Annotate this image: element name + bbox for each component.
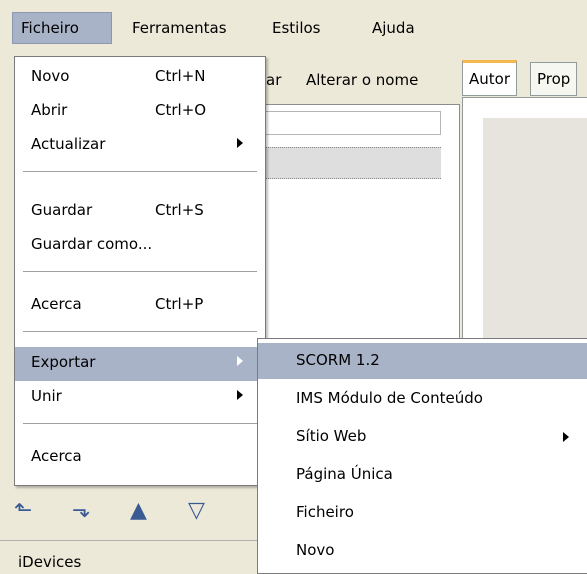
menu-item-guardar-como[interactable]: Guardar como... xyxy=(15,229,265,263)
tree-selected-row[interactable] xyxy=(265,147,441,179)
tab-propriedades[interactable]: Prop xyxy=(530,62,578,96)
menubar-estilos[interactable]: Estilos xyxy=(272,13,321,43)
menu-item-label: Novo xyxy=(31,67,70,85)
editor-tabs: Autor Prop xyxy=(462,60,587,98)
submenu-item-scorm[interactable]: SCORM 1.2 xyxy=(258,343,587,379)
menu-item-novo[interactable]: Novo Ctrl+N xyxy=(15,61,265,95)
menu-item-label: Acerca xyxy=(31,447,82,465)
submenu-item-label: Novo xyxy=(296,541,335,559)
demote-node-icon[interactable]: ⬎ xyxy=(72,498,90,523)
authoring-area xyxy=(483,118,587,358)
submenu-item-label: Página Única xyxy=(296,465,393,483)
menubar: Ficheiro Ferramentas Estilos Ajuda xyxy=(0,0,587,56)
menubar-ajuda-label: Ajuda xyxy=(372,19,415,37)
idevices-panel-header: iDevices xyxy=(0,540,258,573)
menubar-ferramentas[interactable]: Ferramentas xyxy=(132,13,227,43)
menu-item-acerca-2[interactable]: Acerca xyxy=(15,441,265,475)
submenu-item-pagina-unica[interactable]: Página Única xyxy=(258,457,587,493)
menu-separator xyxy=(23,331,257,332)
menu-item-abrir[interactable]: Abrir Ctrl+O xyxy=(15,95,265,129)
menu-item-label: Exportar xyxy=(31,353,96,371)
menubar-estilos-label: Estilos xyxy=(272,19,321,37)
submenu-arrow-icon xyxy=(563,432,569,442)
submenu-item-label: Sítio Web xyxy=(296,427,367,445)
submenu-item-ims[interactable]: IMS Módulo de Conteúdo xyxy=(258,381,587,417)
outline-toolbar: ar Alterar o nome xyxy=(262,62,454,102)
move-down-icon[interactable]: ▽ xyxy=(188,498,205,523)
file-menu: Novo Ctrl+N Abrir Ctrl+O Actualizar Guar… xyxy=(14,56,266,486)
submenu-item-label: SCORM 1.2 xyxy=(296,351,380,369)
tab-autor-label: Autor xyxy=(469,70,510,88)
tree-node-edit[interactable] xyxy=(265,111,441,135)
submenu-arrow-icon xyxy=(237,138,243,148)
menu-item-label: Abrir xyxy=(31,101,68,119)
authoring-panel xyxy=(462,97,587,359)
submenu-item-label: IMS Módulo de Conteúdo xyxy=(296,389,483,407)
menu-item-actualizar[interactable]: Actualizar xyxy=(15,129,265,163)
menubar-ferramentas-label: Ferramentas xyxy=(132,19,227,37)
tab-autor[interactable]: Autor xyxy=(462,60,517,96)
menu-item-shortcut: Ctrl+S xyxy=(155,201,204,219)
submenu-item-novo[interactable]: Novo xyxy=(258,533,587,569)
menu-item-label: Guardar xyxy=(31,201,93,219)
export-submenu: SCORM 1.2 IMS Módulo de Conteúdo Sítio W… xyxy=(257,338,587,574)
menu-item-acerca[interactable]: Acerca Ctrl+P xyxy=(15,289,265,323)
promote-node-icon[interactable]: ⬑ xyxy=(14,498,32,523)
submenu-arrow-icon xyxy=(237,390,243,400)
idevices-title: iDevices xyxy=(18,553,82,571)
submenu-arrow-icon xyxy=(237,356,243,366)
toolbar-partial-label: ar xyxy=(266,71,282,89)
menu-item-shortcut: Ctrl+P xyxy=(155,295,204,313)
menu-item-shortcut: Ctrl+N xyxy=(155,67,206,85)
menubar-ajuda[interactable]: Ajuda xyxy=(372,13,415,43)
menu-item-label: Actualizar xyxy=(31,135,106,153)
menu-separator xyxy=(23,271,257,272)
menu-separator xyxy=(23,171,257,172)
menu-item-exportar[interactable]: Exportar xyxy=(15,347,265,381)
menu-item-label: Acerca xyxy=(31,295,82,313)
menu-separator xyxy=(23,423,257,424)
menu-item-label: Guardar como... xyxy=(31,235,153,253)
submenu-item-ficheiro[interactable]: Ficheiro xyxy=(258,495,587,531)
menu-item-label: Unir xyxy=(31,387,62,405)
rename-button[interactable]: Alterar o nome xyxy=(306,71,418,89)
menu-item-shortcut: Ctrl+O xyxy=(155,101,207,119)
menubar-ficheiro-label: Ficheiro xyxy=(21,19,79,37)
menu-item-unir[interactable]: Unir xyxy=(15,381,265,415)
submenu-item-sitio-web[interactable]: Sítio Web xyxy=(258,419,587,455)
tab-propriedades-label: Prop xyxy=(537,70,571,88)
menu-item-guardar[interactable]: Guardar Ctrl+S xyxy=(15,195,265,229)
submenu-item-label: Ficheiro xyxy=(296,503,354,521)
move-up-icon[interactable]: ▲ xyxy=(130,498,147,523)
menubar-ficheiro[interactable]: Ficheiro xyxy=(12,12,112,44)
